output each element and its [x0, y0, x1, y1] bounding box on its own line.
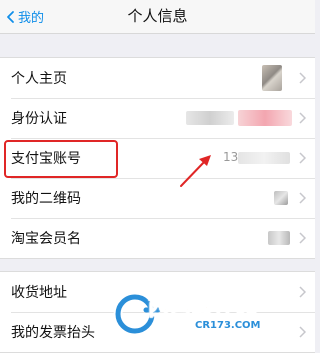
watermark-logo: 西西软件园 CR173.COM	[108, 284, 315, 341]
watermark-brand: 西西软件园	[148, 296, 258, 321]
watermark-domain: CR173.COM	[192, 320, 264, 331]
